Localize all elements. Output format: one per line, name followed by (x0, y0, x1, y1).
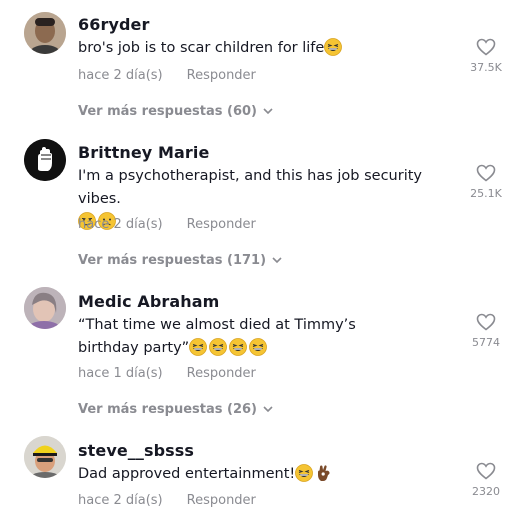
heart-icon[interactable] (476, 38, 496, 56)
view-more-replies-button[interactable]: Ver más respuestas (26) (78, 402, 273, 417)
like-button[interactable]: 5774 (468, 313, 504, 349)
comment-text-body: Dad approved entertainment! (78, 466, 296, 482)
timestamp: hace 2 día(s) (78, 217, 163, 232)
username[interactable]: 66ryder (78, 15, 149, 34)
comment-meta: hace 1 día(s) Responder (78, 366, 256, 381)
view-more-replies-label: Ver más respuestas (171) (78, 253, 267, 268)
heart-icon[interactable] (476, 462, 496, 480)
avatar[interactable] (24, 287, 66, 329)
comment-text-body: bro's job is to scar children for life (78, 40, 325, 56)
laughing-emoji-icon (229, 338, 248, 356)
reply-button[interactable]: Responder (187, 366, 256, 381)
view-more-replies-label: Ver más respuestas (26) (78, 402, 257, 417)
reply-button[interactable]: Responder (187, 68, 256, 83)
like-count: 2320 (472, 485, 500, 498)
view-more-replies-label: Ver más respuestas (60) (78, 104, 257, 119)
comment-meta: hace 2 día(s) Responder (78, 68, 256, 83)
laughing-emoji-icon (324, 38, 343, 56)
laughing-emoji-icon (209, 338, 228, 356)
view-more-replies-button[interactable]: Ver más respuestas (171) (78, 253, 282, 268)
laughing-emoji-icon (295, 464, 314, 482)
username[interactable]: steve__sbsss (78, 441, 194, 460)
username[interactable]: Brittney Marie (78, 143, 209, 162)
comment-text: bro's job is to scar children for life (78, 37, 458, 60)
like-button[interactable]: 2320 (468, 462, 504, 498)
like-button[interactable]: 25.1K (468, 164, 504, 200)
reply-button[interactable]: Responder (187, 493, 256, 508)
chevron-down-icon (272, 257, 282, 264)
chevron-down-icon (263, 406, 273, 413)
comment-text-body: I'm a psychotherapist, and this has job … (78, 168, 422, 207)
avatar[interactable] (24, 139, 66, 181)
timestamp: hace 2 día(s) (78, 493, 163, 508)
heart-icon[interactable] (476, 164, 496, 182)
comment-text: Dad approved entertainment! (78, 463, 458, 486)
comment-meta: hace 2 día(s) Responder (78, 217, 256, 232)
username[interactable]: Medic Abraham (78, 292, 219, 311)
timestamp: hace 1 día(s) (78, 366, 163, 381)
comment-text: “That time we almost died at Timmy’s bir… (78, 314, 418, 360)
comment-meta: hace 2 día(s) Responder (78, 493, 256, 508)
chevron-down-icon (263, 108, 273, 115)
laughing-emoji-icon (249, 338, 268, 356)
avatar[interactable] (24, 436, 66, 478)
avatar[interactable] (24, 12, 66, 54)
view-more-replies-button[interactable]: Ver más respuestas (60) (78, 104, 273, 119)
like-button[interactable]: 37.5K (468, 38, 504, 74)
like-count: 25.1K (470, 187, 502, 200)
like-count: 37.5K (470, 61, 502, 74)
like-count: 5774 (472, 336, 500, 349)
ok-hand-emoji-icon (315, 464, 333, 482)
timestamp: hace 2 día(s) (78, 68, 163, 83)
reply-button[interactable]: Responder (187, 217, 256, 232)
heart-icon[interactable] (476, 313, 496, 331)
laughing-emoji-icon (189, 338, 208, 356)
